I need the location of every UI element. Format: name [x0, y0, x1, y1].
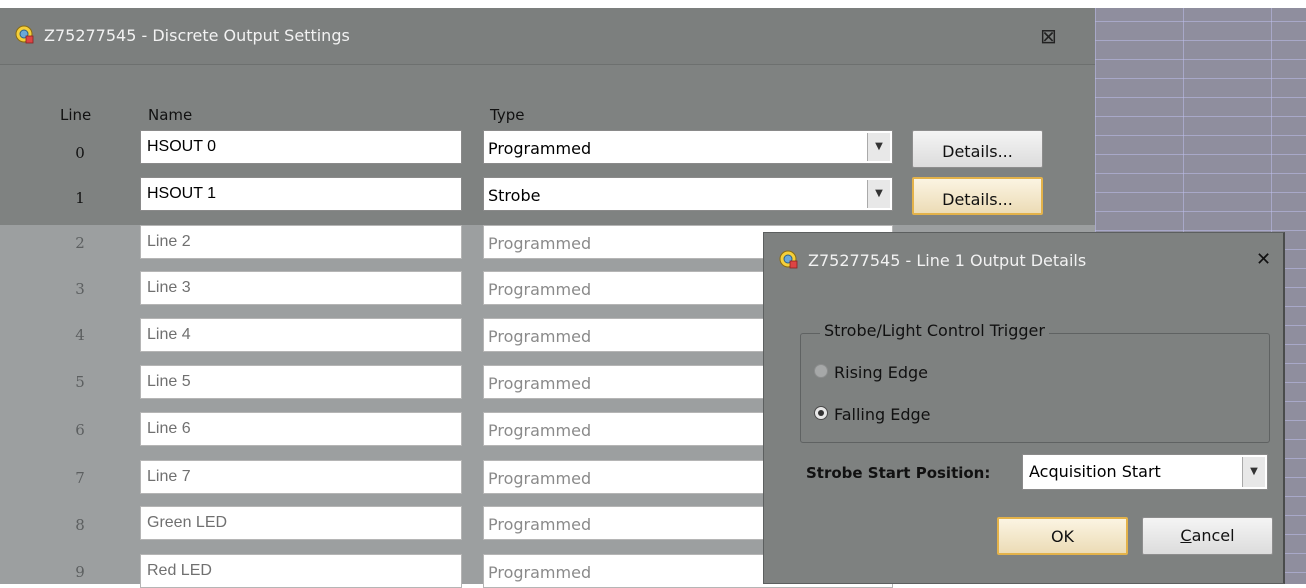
rising-edge-label: Rising Edge	[834, 363, 928, 382]
type-column-header: Type	[490, 106, 525, 124]
falling-edge-radio[interactable]	[814, 406, 828, 420]
close-icon[interactable]: ⊠	[1040, 24, 1057, 48]
name-input[interactable]: Line 7	[140, 460, 462, 494]
main-title-bar: Z75277545 - Discrete Output Settings ⊠	[0, 8, 1095, 65]
cancel-button[interactable]: Cancel	[1142, 517, 1273, 555]
ok-button[interactable]: OK	[997, 517, 1128, 555]
name-input[interactable]: Line 3	[140, 271, 462, 305]
type-select-value: Programmed	[488, 139, 592, 158]
name-input[interactable]: Line 6	[140, 412, 462, 446]
cancel-mnemonic: C	[1180, 526, 1192, 545]
chevron-down-icon[interactable]: ▼	[1242, 457, 1265, 487]
line-number: 7	[75, 469, 85, 487]
name-input[interactable]: Line 5	[140, 365, 462, 399]
line-number: 2	[75, 234, 85, 252]
line-number: 0	[75, 144, 85, 162]
name-input[interactable]: Red LED	[140, 554, 462, 588]
type-select[interactable]: Programmed ▼	[483, 130, 893, 164]
line-number: 1	[75, 189, 85, 207]
close-icon[interactable]: ✕	[1256, 249, 1271, 270]
line-number: 5	[75, 373, 85, 391]
line-column-header: Line	[60, 106, 92, 124]
strobe-start-position-label: Strobe Start Position:	[806, 464, 991, 482]
name-input[interactable]: HSOUT 0	[140, 130, 462, 164]
type-select[interactable]: Strobe ▼	[483, 177, 893, 211]
name-column-header: Name	[148, 106, 193, 124]
camera-settings-icon	[779, 250, 798, 269]
chevron-down-icon[interactable]: ▼	[867, 180, 890, 208]
name-input[interactable]: Green LED	[140, 506, 462, 540]
name-input[interactable]: Line 4	[140, 318, 462, 352]
falling-edge-label: Falling Edge	[834, 405, 931, 424]
strobe-start-position-value: Acquisition Start	[1029, 462, 1161, 481]
camera-settings-icon	[15, 25, 34, 44]
window-title: Z75277545 - Discrete Output Settings	[44, 26, 350, 45]
name-input[interactable]: HSOUT 1	[140, 177, 462, 211]
chevron-down-icon[interactable]: ▼	[867, 133, 890, 161]
line-number: 3	[75, 280, 85, 298]
type-select-value: Strobe	[488, 186, 541, 205]
line-number: 9	[75, 563, 85, 581]
details-button[interactable]: Details...	[912, 130, 1043, 168]
dialog-title: Z75277545 - Line 1 Output Details	[808, 251, 1087, 270]
line-number: 8	[75, 516, 85, 534]
strobe-start-position-select[interactable]: Acquisition Start ▼	[1022, 454, 1268, 490]
trigger-group-box	[800, 333, 1270, 443]
trigger-group-label: Strobe/Light Control Trigger	[820, 321, 1049, 340]
name-input[interactable]: Line 2	[140, 225, 462, 259]
details-button[interactable]: Details...	[912, 177, 1043, 215]
cancel-label-rest: ancel	[1191, 526, 1235, 545]
rising-edge-radio[interactable]	[814, 364, 828, 378]
line-number: 4	[75, 326, 85, 344]
line-number: 6	[75, 421, 85, 439]
line-1-output-details-dialog: Z75277545 - Line 1 Output Details ✕ Stro…	[763, 232, 1285, 584]
